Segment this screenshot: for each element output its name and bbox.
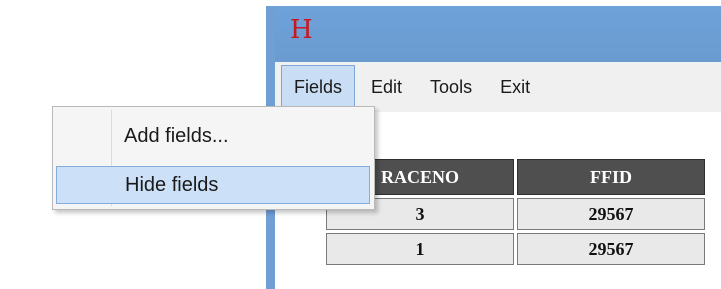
app-logo: H [290, 15, 313, 45]
column-header-ffid[interactable]: FFID [517, 159, 705, 195]
fields-dropdown-menu: Add fields... Hide fields [52, 106, 375, 210]
menu-exit[interactable]: Exit [488, 64, 542, 110]
menu-item-hide-fields[interactable]: Hide fields [56, 166, 370, 204]
grid-cell[interactable]: 29567 [517, 198, 705, 230]
table-row: 1 29567 [326, 233, 705, 265]
menu-tools[interactable]: Tools [418, 64, 484, 110]
menu-fields[interactable]: Fields [281, 65, 356, 109]
title-bar: H [275, 6, 721, 62]
grid-cell[interactable]: 1 [326, 233, 514, 265]
grid-cell[interactable]: 29567 [517, 233, 705, 265]
grid-header-row: RACENO FFID [326, 159, 705, 195]
menu-edit[interactable]: Edit [359, 64, 414, 110]
table-row: 3 29567 [326, 198, 705, 230]
menu-bar: Fields Edit Tools Exit [275, 62, 721, 112]
data-grid: RACENO FFID 3 29567 1 29567 [323, 156, 708, 268]
menu-item-add-fields[interactable]: Add fields... [56, 117, 370, 155]
